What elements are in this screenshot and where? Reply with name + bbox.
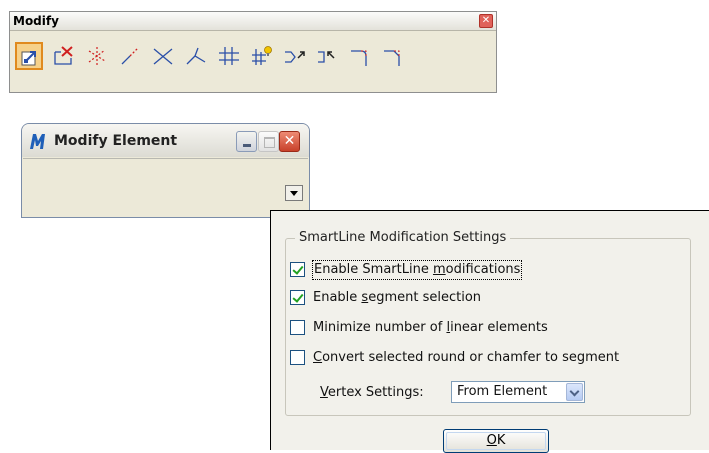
delete-part-of-element-tool-icon[interactable] (50, 42, 78, 70)
extend-line-tool-icon[interactable] (83, 42, 111, 70)
modify-element-window: Modify Element ✕ (21, 123, 310, 218)
modify-element-settings-area (23, 158, 308, 216)
group-title: SmartLine Modification Settings (295, 230, 511, 245)
extend-element-to-intersection-icon[interactable] (149, 42, 177, 70)
modify-element-tool-icon[interactable] (15, 42, 43, 70)
ok-button[interactable]: OK (443, 429, 549, 453)
toolbox-title: Modify (13, 14, 59, 28)
extend-two-elements-to-intersection-icon[interactable] (116, 42, 144, 70)
vertex-settings-select[interactable]: From Element (451, 381, 585, 403)
minimize-button[interactable] (236, 131, 257, 152)
chevron-down-icon[interactable] (566, 383, 583, 401)
smartline-settings-dialog: SmartLine Modification Settings Enable S… (270, 210, 709, 453)
checkbox-box[interactable] (290, 290, 305, 305)
modify-element-title: Modify Element (54, 133, 178, 149)
delete-vertex-icon[interactable] (314, 42, 342, 70)
toolbox-close-button[interactable]: ✕ (479, 14, 493, 28)
vertex-settings-label: Vertex Settings: (320, 385, 424, 400)
trim-multiple-icon[interactable] (215, 42, 243, 70)
vertex-settings-value: From Element (457, 384, 548, 399)
modify-toolbox: Modify ✕ (9, 11, 497, 93)
construct-circular-fillet-icon[interactable] (347, 42, 375, 70)
insert-vertex-icon[interactable] (281, 42, 309, 70)
modify-element-titlebar[interactable]: Modify Element ✕ (22, 124, 309, 157)
intellitrim-icon[interactable] (248, 42, 276, 70)
maximize-button[interactable] (258, 131, 279, 152)
ok-label: OK (486, 433, 506, 448)
checkbox-box[interactable] (290, 350, 305, 365)
checkbox-box[interactable] (290, 320, 305, 335)
trim-to-element-icon[interactable] (182, 42, 210, 70)
checkbox-label: Minimize number of linear elements (313, 320, 548, 335)
toolbox-titlebar[interactable]: Modify ✕ (10, 12, 496, 31)
checkbox-label: Enable SmartLine modifications (311, 260, 523, 280)
checkbox-label: Convert selected round or chamfer to seg… (313, 350, 620, 365)
close-button[interactable]: ✕ (279, 131, 300, 152)
construct-chamfer-icon[interactable] (380, 42, 408, 70)
expand-settings-dropdown-button[interactable] (285, 185, 303, 201)
toolbox-tools (13, 38, 493, 78)
checkbox-label: Enable segment selection (313, 290, 482, 305)
microstation-logo-icon (28, 132, 48, 150)
checkbox-box[interactable] (290, 262, 305, 277)
